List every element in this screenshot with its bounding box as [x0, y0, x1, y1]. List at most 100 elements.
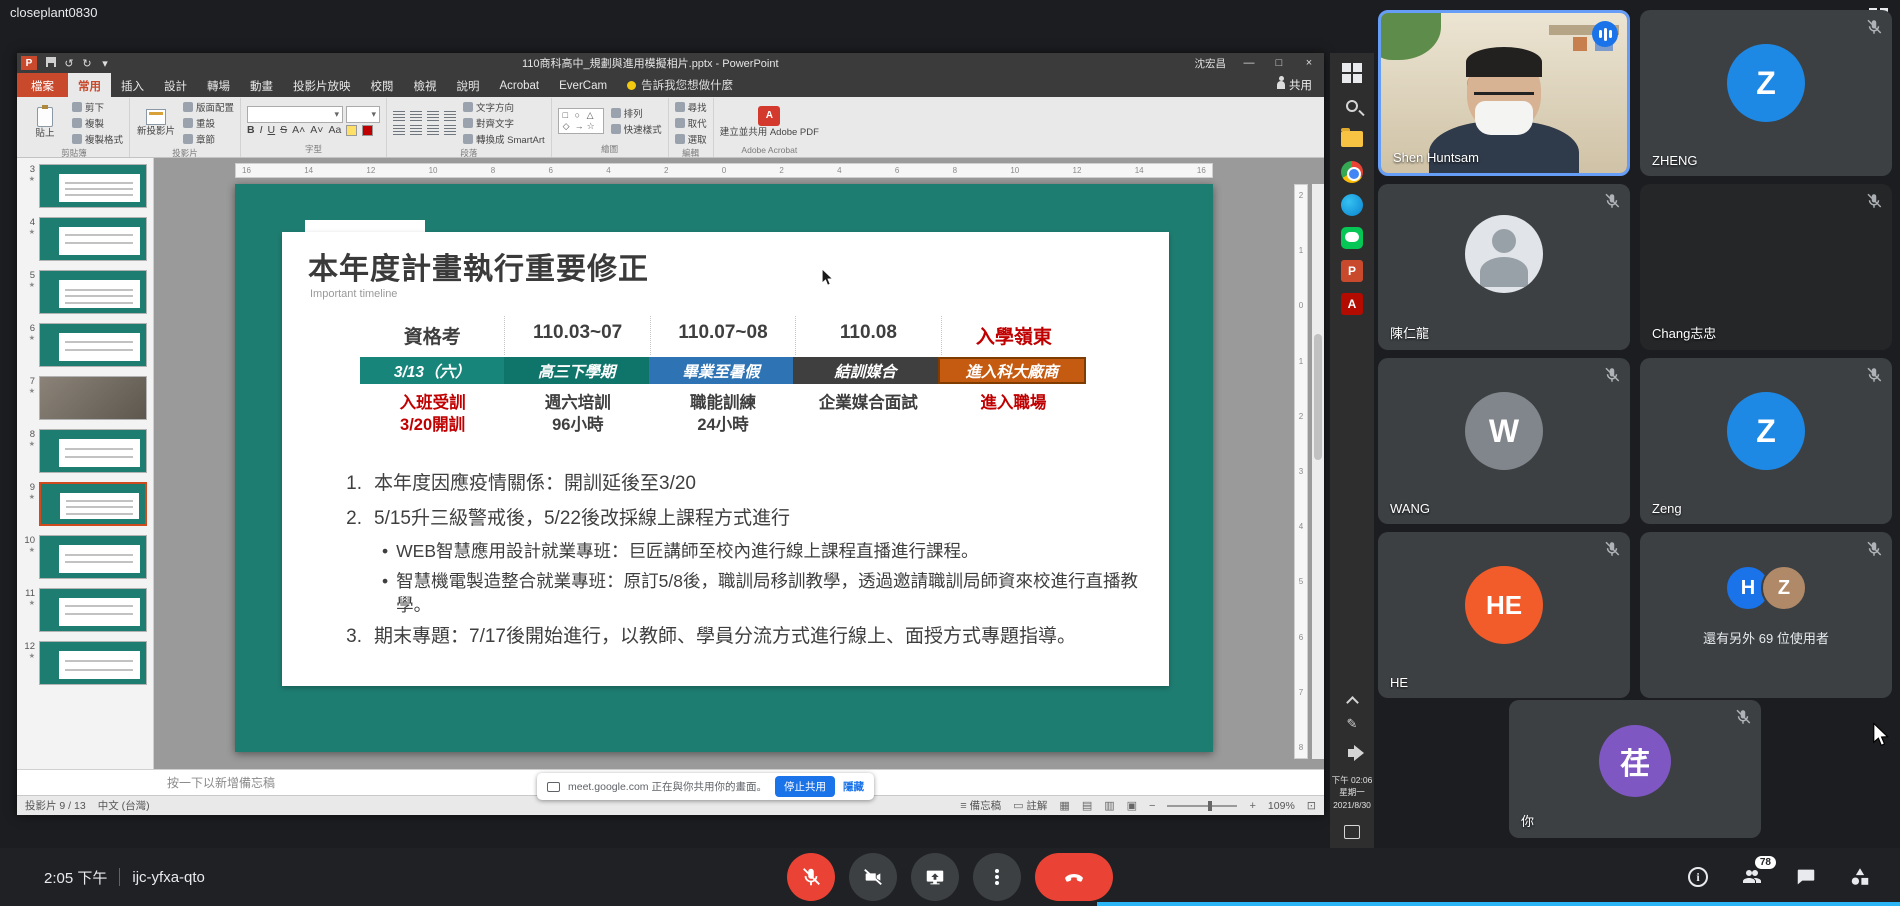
arrange-button[interactable]: 排列 — [611, 106, 662, 120]
bullets-icon[interactable] — [393, 111, 405, 121]
align-right-icon[interactable] — [427, 125, 439, 135]
shapes-gallery[interactable]: □○△ ◇→☆ — [558, 108, 604, 134]
camera-toggle-button[interactable] — [849, 853, 897, 901]
change-case-button[interactable]: Aa — [328, 124, 341, 136]
cut-button[interactable]: 剪下 — [72, 100, 123, 114]
search-icon[interactable] — [1340, 94, 1364, 118]
new-slide-button[interactable]: 新投影片 — [136, 109, 176, 137]
indent-icon[interactable] — [427, 111, 439, 121]
participants-icon[interactable]: 78 — [1740, 865, 1764, 889]
taskbar-clock[interactable]: 下午 02:06 星期一 2021/8/30 — [1332, 774, 1373, 811]
restore-button[interactable]: □ — [1264, 53, 1294, 73]
more-options-button[interactable] — [973, 853, 1021, 901]
zoom-slider[interactable] — [1167, 805, 1237, 807]
participant-tile-wang[interactable]: W WANG — [1378, 358, 1630, 524]
redo-icon[interactable]: ↻ — [78, 57, 96, 70]
show-hidden-icons-chevron[interactable] — [1346, 696, 1359, 709]
tab-view[interactable]: 檢視 — [404, 73, 447, 97]
bold-button[interactable]: B — [247, 124, 255, 136]
zoom-out-button[interactable]: − — [1149, 800, 1155, 812]
find-button[interactable]: 尋找 — [675, 100, 707, 114]
tab-acrobat[interactable]: Acrobat — [490, 73, 550, 97]
qat-dropdown-icon[interactable]: ▾ — [96, 57, 114, 70]
mic-toggle-button[interactable] — [787, 853, 835, 901]
tab-animations[interactable]: 動畫 — [240, 73, 283, 97]
participant-tile-zheng[interactable]: Z ZHENG — [1640, 10, 1892, 176]
slide-thumbnail[interactable]: 11★ — [19, 588, 147, 632]
highlight-color-button[interactable] — [346, 125, 357, 136]
meeting-details-icon[interactable]: i — [1686, 865, 1710, 889]
tab-transitions[interactable]: 轉場 — [197, 73, 240, 97]
normal-view-icon[interactable]: ▦ — [1059, 799, 1069, 812]
numbering-icon[interactable] — [410, 111, 422, 121]
tab-slideshow[interactable]: 投影片放映 — [283, 73, 361, 97]
chrome-icon[interactable] — [1340, 160, 1364, 184]
line-app-icon[interactable] — [1340, 226, 1364, 250]
comments-toggle[interactable]: ▭ 註解 — [1013, 798, 1047, 813]
language-indicator[interactable]: 中文 (台灣) — [98, 798, 150, 813]
participant-tile-you[interactable]: 荏 你 — [1509, 700, 1761, 838]
zoom-in-button[interactable]: + — [1249, 800, 1255, 812]
align-center-icon[interactable] — [410, 125, 422, 135]
file-explorer-icon[interactable] — [1340, 127, 1364, 151]
font-color-button[interactable] — [362, 125, 373, 136]
replace-button[interactable]: 取代 — [675, 116, 707, 130]
end-call-button[interactable] — [1035, 853, 1113, 901]
edge-icon[interactable] — [1340, 193, 1364, 217]
tab-review[interactable]: 校閱 — [361, 73, 404, 97]
notes-toggle[interactable]: ≡ 備忘稿 — [960, 798, 1001, 813]
tellme-box[interactable]: 告訴我您想做什麼 — [627, 73, 733, 97]
tab-home[interactable]: 常用 — [68, 73, 111, 97]
undo-icon[interactable]: ↺ — [60, 57, 78, 70]
slide-thumbnail[interactable]: 12★ — [19, 641, 147, 685]
text-direction-button[interactable]: 文字方向 — [463, 100, 545, 114]
slide-thumbnail[interactable]: 7★ — [19, 376, 147, 420]
select-button[interactable]: 選取 — [675, 132, 707, 146]
present-button[interactable] — [911, 853, 959, 901]
slide-thumbnail[interactable]: 8★ — [19, 429, 147, 473]
reading-view-icon[interactable]: ▥ — [1104, 799, 1114, 812]
font-size-select[interactable]: ▾ — [346, 106, 380, 123]
paste-button[interactable]: 貼上 — [25, 107, 65, 139]
section-button[interactable]: 章節 — [183, 132, 234, 146]
font-name-select[interactable]: ▾ — [247, 106, 343, 123]
slide-number-indicator[interactable]: 投影片 9 / 13 — [25, 798, 86, 813]
quick-styles-button[interactable]: 快速樣式 — [611, 122, 662, 136]
smartart-button[interactable]: 轉換成 SmartArt — [463, 132, 545, 146]
create-pdf-button[interactable]: A建立並共用 Adobe PDF — [720, 106, 819, 138]
underline-button[interactable]: U — [268, 124, 276, 136]
copy-button[interactable]: 複製 — [72, 116, 123, 130]
align-text-button[interactable]: 對齊文字 — [463, 116, 545, 130]
tab-design[interactable]: 設計 — [154, 73, 197, 97]
slide-thumbnail[interactable]: 5★ — [19, 270, 147, 314]
slide-thumbnail-selected[interactable]: 9★ — [19, 482, 147, 526]
line-spacing-icon[interactable] — [444, 111, 456, 121]
shrink-font-button[interactable]: A˅ — [310, 124, 323, 136]
slide-canvas[interactable]: 本年度計畫執行重要修正 Important timeline 資格考 110.0… — [235, 184, 1213, 752]
participant-tile-shen[interactable]: Shen Huntsam — [1378, 10, 1630, 176]
acrobat-taskbar-icon[interactable]: A — [1340, 292, 1364, 316]
grow-font-button[interactable]: A˄ — [292, 124, 305, 136]
slide-thumbnail[interactable]: 4★ — [19, 217, 147, 261]
windows-start-icon[interactable] — [1340, 61, 1364, 85]
stop-sharing-button[interactable]: 停止共用 — [775, 776, 835, 797]
activities-icon[interactable] — [1848, 865, 1872, 889]
participant-tile-chang[interactable]: Chang志忠 — [1640, 184, 1892, 350]
tab-evercam[interactable]: EverCam — [549, 73, 617, 97]
powerpoint-taskbar-icon[interactable]: P — [1340, 259, 1364, 283]
layout-button[interactable]: 版面配置 — [183, 100, 234, 114]
slide-sorter-view-icon[interactable]: ▤ — [1082, 799, 1092, 812]
vertical-scrollbar[interactable] — [1312, 184, 1324, 759]
italic-button[interactable]: I — [260, 124, 263, 136]
windows-ink-icon[interactable]: ✎ — [1347, 716, 1358, 732]
strikethrough-button[interactable]: S — [280, 124, 287, 136]
tab-file[interactable]: 檔案 — [17, 73, 68, 97]
notification-center-icon[interactable] — [1340, 820, 1364, 844]
chat-icon[interactable] — [1794, 865, 1818, 889]
format-painter-button[interactable]: 複製格式 — [72, 132, 123, 146]
save-icon[interactable] — [42, 57, 60, 70]
justify-icon[interactable] — [444, 125, 456, 135]
slide-thumbnail[interactable]: 10★ — [19, 535, 147, 579]
volume-icon[interactable] — [1340, 741, 1364, 765]
participant-tile-overflow[interactable]: H Z 還有另外 69 位使用者 — [1640, 532, 1892, 698]
